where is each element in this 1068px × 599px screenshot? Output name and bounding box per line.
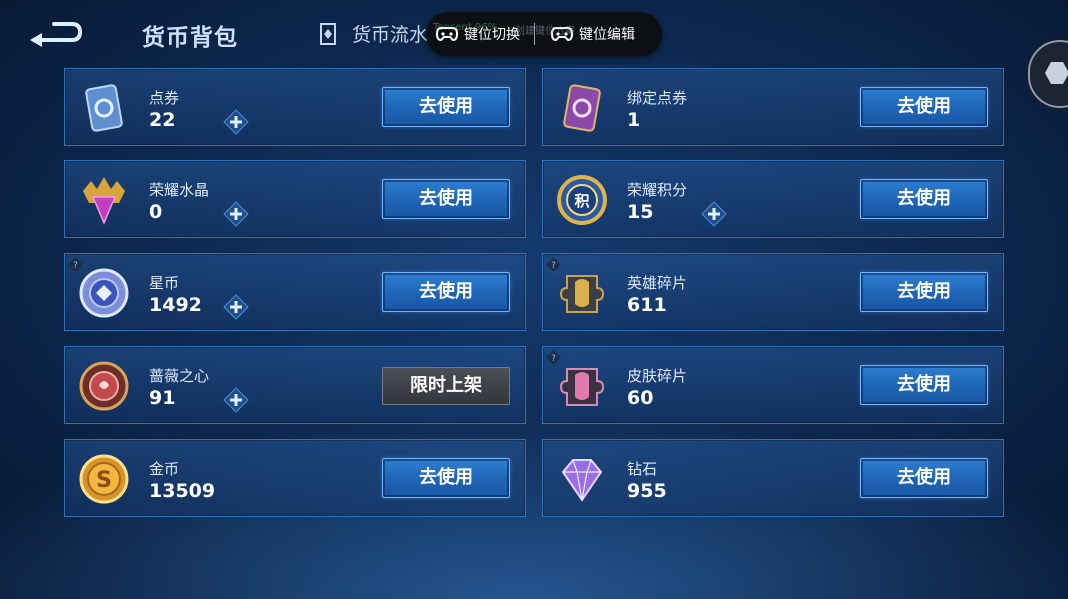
- use-button[interactable]: 去使用: [860, 458, 988, 498]
- bound-coupon-card-icon: [563, 84, 601, 132]
- star-coin-icon: [79, 268, 129, 318]
- currency-amount: 22: [149, 109, 176, 131]
- currency-card-rose-heart: 蔷薇之心 91 限时上架: [64, 346, 526, 424]
- currency-amount: 15: [627, 201, 654, 223]
- keymap-edit-label: 键位编辑: [579, 27, 635, 43]
- currency-amount: 955: [627, 480, 667, 502]
- currency-card-skin-fragment: ? 皮肤碎片 60 去使用: [542, 346, 1004, 424]
- hero-fragment-icon: [559, 275, 605, 313]
- glory-crystal-icon: [83, 177, 125, 225]
- tab-currency-flow-label: 货币流水: [352, 24, 429, 46]
- flow-record-icon: [320, 22, 336, 45]
- currency-name: 皮肤碎片: [627, 367, 688, 385]
- overlay-ghost-text: Tencent 96%: [433, 22, 498, 33]
- tab-currency-flow[interactable]: 货币流水: [316, 20, 428, 47]
- currency-card-star-coin: ? 星币 1492 去使用: [64, 253, 526, 331]
- rose-heart-icon: [79, 361, 129, 411]
- page-title: 货币背包: [142, 25, 238, 51]
- currency-amount: 60: [627, 387, 654, 409]
- currency-card-glory-points: 积 荣耀积分 15 去使用: [542, 160, 1004, 238]
- currency-card-diamond: 钻石 955 去使用: [542, 439, 1004, 517]
- currency-amount: 1492: [149, 294, 202, 316]
- currency-amount: 91: [149, 387, 176, 409]
- currency-card-bound-coupon: 绑定点券 1 去使用: [542, 68, 1004, 146]
- skin-fragment-icon: [559, 368, 605, 406]
- currency-amount: 0: [149, 201, 163, 223]
- use-button[interactable]: 去使用: [860, 272, 988, 312]
- plus-icon[interactable]: [223, 109, 249, 135]
- currency-name: 钻石: [627, 460, 658, 478]
- currency-name: 点券: [149, 89, 180, 107]
- use-button[interactable]: 去使用: [382, 179, 510, 219]
- currency-card-gold: S 金币 13509 去使用: [64, 439, 526, 517]
- back-button[interactable]: [28, 20, 84, 48]
- currency-card-glory-crystal: 荣耀水晶 0 去使用: [64, 160, 526, 238]
- svg-text:S: S: [96, 468, 112, 493]
- currency-card-coupon: 点券 22 去使用: [64, 68, 526, 146]
- plus-icon[interactable]: [223, 387, 249, 413]
- use-button[interactable]: 去使用: [382, 87, 510, 127]
- currency-amount: 1: [627, 109, 641, 131]
- currency-amount: 611: [627, 294, 667, 316]
- currency-name: 荣耀积分: [627, 181, 688, 199]
- use-button[interactable]: 去使用: [860, 365, 988, 405]
- hexagon-icon: [1045, 62, 1068, 84]
- glory-points-icon: 积: [557, 175, 607, 225]
- svg-text:积: 积: [574, 192, 589, 210]
- back-arrow-icon: [30, 22, 83, 47]
- currency-name: 星币: [149, 274, 180, 292]
- side-float-handle[interactable]: [1028, 40, 1068, 108]
- currency-name: 英雄碎片: [627, 274, 688, 292]
- currency-name: 绑定点券: [627, 89, 688, 107]
- use-button[interactable]: 去使用: [860, 179, 988, 219]
- diamond-icon: [561, 459, 603, 502]
- use-button[interactable]: 去使用: [860, 87, 988, 127]
- currency-amount: 13509: [149, 480, 216, 502]
- use-button[interactable]: 去使用: [382, 272, 510, 312]
- coupon-card-icon: [85, 84, 123, 132]
- overlay-ghost-text-2: 创建键位方案: [515, 26, 575, 37]
- plus-icon[interactable]: [701, 201, 727, 227]
- limited-time-button[interactable]: 限时上架: [382, 367, 510, 405]
- currency-card-hero-fragment: ? 英雄碎片 611 去使用: [542, 253, 1004, 331]
- currency-name: 蔷薇之心: [149, 367, 210, 385]
- gold-coin-icon: S: [79, 454, 129, 504]
- plus-icon[interactable]: [223, 201, 249, 227]
- currency-name: 荣耀水晶: [149, 181, 210, 199]
- currency-name: 金币: [149, 460, 180, 478]
- use-button[interactable]: 去使用: [382, 458, 510, 498]
- plus-icon[interactable]: [223, 294, 249, 320]
